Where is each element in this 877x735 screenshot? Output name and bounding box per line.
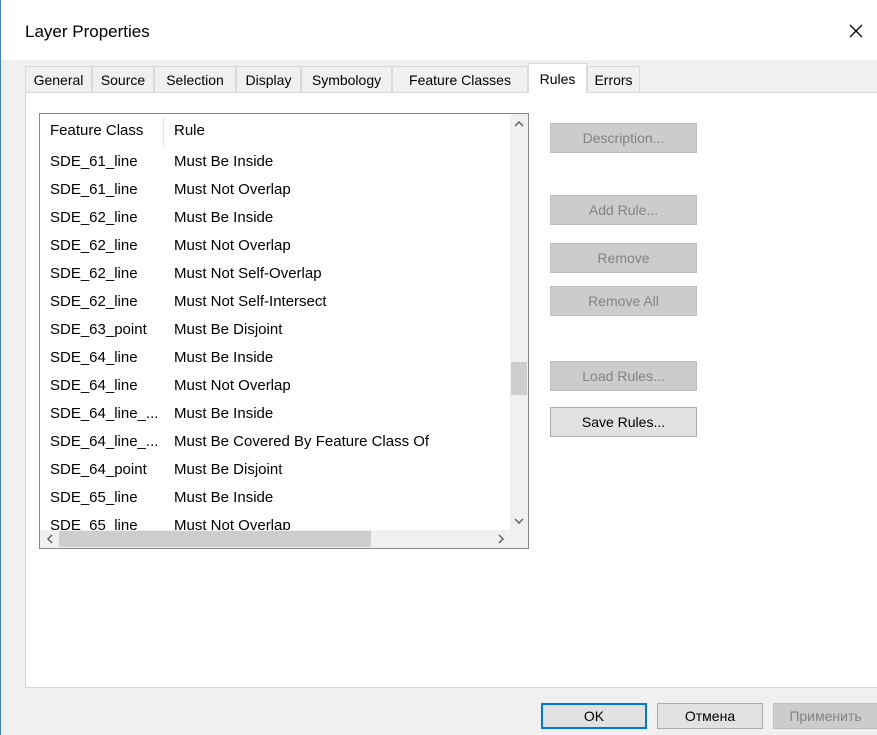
feature-class-cell: SDE_62_line (50, 265, 138, 282)
chevron-up-icon (514, 120, 524, 127)
feature-class-cell: SDE_61_line (50, 181, 138, 198)
vertical-scrollbar[interactable] (510, 114, 528, 530)
list-item[interactable]: SDE_65_line Must Be Inside (40, 484, 510, 512)
list-item[interactable]: SDE_64_line Must Not Overlap (40, 372, 510, 400)
tab-symbology[interactable]: Symbology (301, 66, 392, 92)
rule-cell: Must Be Disjoint (174, 461, 283, 478)
close-button[interactable] (839, 14, 873, 48)
list-item[interactable]: SDE_62_line Must Not Self-Overlap (40, 260, 510, 288)
feature-class-cell: SDE_64_line_... (50, 433, 159, 450)
save-rules-button[interactable]: Save Rules... (550, 407, 697, 437)
cancel-button[interactable]: Отмена (657, 703, 763, 729)
feature-class-cell: SDE_64_point (50, 461, 147, 478)
list-item[interactable]: SDE_64_line_... Must Be Inside (40, 400, 510, 428)
rule-cell: Must Be Inside (174, 489, 274, 506)
load-rules-button[interactable]: Load Rules... (550, 361, 697, 391)
list-item[interactable]: SDE_64_point Must Be Disjoint (40, 456, 510, 484)
scrollbar-corner (510, 530, 528, 548)
column-header-feature-class[interactable]: Feature Class (40, 114, 163, 148)
column-header-rule[interactable]: Rule (164, 114, 510, 148)
feature-class-cell: SDE_61_line (50, 153, 138, 170)
scroll-down-button[interactable] (510, 512, 528, 530)
tab-general[interactable]: General (25, 66, 92, 92)
list-item[interactable]: SDE_63_point Must Be Disjoint (40, 316, 510, 344)
add-rule-button[interactable]: Add Rule... (550, 195, 697, 225)
title-bar[interactable]: Layer Properties (1, 0, 877, 60)
vertical-scroll-thumb[interactable] (511, 362, 527, 395)
tab-source[interactable]: Source (92, 66, 154, 92)
window-title: Layer Properties (25, 22, 150, 41)
tab-errors[interactable]: Errors (587, 66, 640, 92)
tab-display[interactable]: Display (236, 66, 301, 92)
rule-cell: Must Not Overlap (174, 181, 291, 198)
chevron-left-icon (46, 534, 53, 544)
list-item[interactable]: SDE_61_line Must Not Overlap (40, 176, 510, 204)
list-header: Feature Class Rule (40, 114, 510, 148)
feature-class-cell: SDE_62_line (50, 237, 138, 254)
feature-class-cell: SDE_64_line (50, 377, 138, 394)
remove-button[interactable]: Remove (550, 243, 697, 273)
rule-cell: Must Not Overlap (174, 377, 291, 394)
list-item[interactable]: SDE_64_line Must Be Inside (40, 344, 510, 372)
feature-class-cell: SDE_62_line (50, 293, 138, 310)
rule-cell: Must Not Self-Overlap (174, 265, 322, 282)
dialog-content: General Source Selection Display Symbolo… (1, 60, 877, 735)
chevron-right-icon (497, 534, 504, 544)
rule-cell: Must Not Self-Intersect (174, 293, 327, 310)
feature-class-cell: SDE_63_point (50, 321, 147, 338)
layer-properties-dialog: Layer Properties General Source Selectio… (0, 0, 877, 735)
horizontal-scroll-thumb[interactable] (59, 531, 371, 547)
rule-cell: Must Be Inside (174, 209, 274, 226)
tab-feature-classes[interactable]: Feature Classes (392, 66, 528, 92)
rule-cell: Must Be Inside (174, 349, 274, 366)
list-item[interactable]: SDE_61_line Must Be Inside (40, 148, 510, 176)
horizontal-scrollbar[interactable] (40, 530, 510, 548)
description-button[interactable]: Description... (550, 123, 697, 153)
rule-cell: Must Be Disjoint (174, 321, 283, 338)
remove-all-button[interactable]: Remove All (550, 286, 697, 316)
rules-tab-panel: Feature Class Rule SDE_61_line Must Be In… (25, 92, 877, 688)
chevron-down-icon (514, 517, 524, 524)
rules-list[interactable]: Feature Class Rule SDE_61_line Must Be In… (39, 113, 529, 549)
rule-cell: Must Not Overlap (174, 237, 291, 254)
feature-class-cell: SDE_64_line_... (50, 405, 159, 422)
tab-rules[interactable]: Rules (528, 63, 587, 93)
list-item[interactable]: SDE_62_line Must Be Inside (40, 204, 510, 232)
ok-button[interactable]: OK (541, 703, 647, 729)
tab-selection[interactable]: Selection (154, 66, 236, 92)
apply-button[interactable]: Применить (773, 703, 877, 729)
feature-class-cell: SDE_65_line (50, 489, 138, 506)
feature-class-cell: SDE_64_line (50, 349, 138, 366)
list-item[interactable]: SDE_64_line_... Must Be Covered By Featur… (40, 428, 510, 456)
close-icon (849, 24, 863, 38)
list-item[interactable]: SDE_62_line Must Not Self-Intersect (40, 288, 510, 316)
rule-cell: Must Be Inside (174, 153, 274, 170)
scroll-right-button[interactable] (492, 530, 510, 548)
list-item[interactable]: SDE_62_line Must Not Overlap (40, 232, 510, 260)
feature-class-cell: SDE_62_line (50, 209, 138, 226)
rule-cell: Must Be Inside (174, 405, 274, 422)
scroll-left-button[interactable] (40, 530, 58, 548)
rule-cell: Must Be Covered By Feature Class Of (174, 433, 430, 450)
scroll-up-button[interactable] (510, 114, 528, 132)
